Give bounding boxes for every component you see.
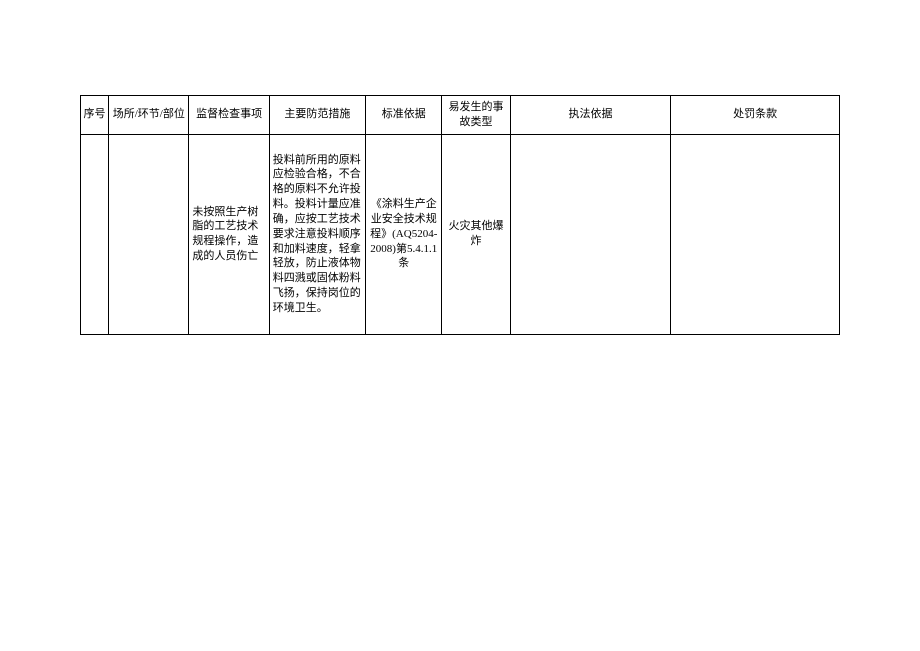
header-inspect: 监督检查事项 [189, 96, 269, 135]
cell-accident: 火灾其他爆炸 [442, 134, 510, 334]
cell-place [109, 134, 189, 334]
cell-inspect: 未按照生产树脂的工艺技术规程操作，造成的人员伤亡 [189, 134, 269, 334]
cell-standard: 《涂料生产企业安全技术规程》(AQ5204-2008)第5.4.1.1条 [366, 134, 442, 334]
header-standard: 标准依据 [366, 96, 442, 135]
table-row: 未按照生产树脂的工艺技术规程操作，造成的人员伤亡 投料前所用的原料应检验合格，不… [81, 134, 840, 334]
header-penalty: 处罚条款 [671, 96, 840, 135]
inspection-table: 序号 场所/环节/部位 监督检查事项 主要防范措施 标准依据 易发生的事故类型 … [80, 95, 840, 335]
header-seq: 序号 [81, 96, 109, 135]
cell-law [510, 134, 671, 334]
table-header-row: 序号 场所/环节/部位 监督检查事项 主要防范措施 标准依据 易发生的事故类型 … [81, 96, 840, 135]
cell-seq [81, 134, 109, 334]
header-prevent: 主要防范措施 [269, 96, 365, 135]
cell-penalty [671, 134, 840, 334]
header-law: 执法依据 [510, 96, 671, 135]
header-accident: 易发生的事故类型 [442, 96, 510, 135]
header-place: 场所/环节/部位 [109, 96, 189, 135]
cell-prevent: 投料前所用的原料应检验合格，不合格的原料不允许投料。投料计量应准确，应按工艺技术… [269, 134, 365, 334]
